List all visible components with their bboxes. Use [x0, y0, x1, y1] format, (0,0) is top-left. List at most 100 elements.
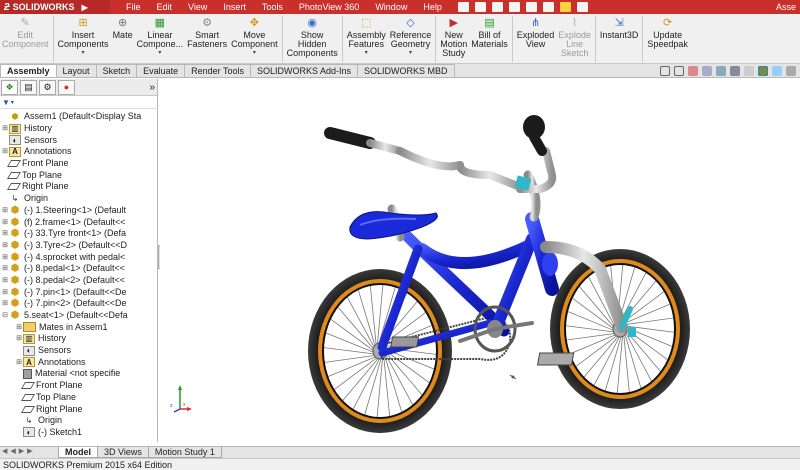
hide-show-items-icon[interactable] — [744, 65, 754, 76]
rebuild-icon[interactable] — [559, 2, 571, 12]
previous-view-icon[interactable] — [688, 65, 698, 76]
property-manager-tab-icon[interactable]: ▤ — [20, 79, 37, 95]
expand-icon[interactable]: ⊞ — [15, 357, 23, 368]
linear-component-button[interactable]: ▦ Linear Compone... ▾ — [135, 16, 186, 58]
select-icon[interactable] — [542, 2, 554, 12]
dropdown-arrow-icon[interactable]: ▾ — [365, 49, 368, 58]
tree-item[interactable]: ⊞ ⬢ (-) 8.pedal<1> (Default<< — [0, 263, 157, 275]
menu-window[interactable]: Window — [367, 2, 415, 12]
tab-assembly[interactable]: Assembly — [0, 64, 57, 77]
tree-item[interactable]: ⊞ ⬢ (-) 3.Tyre<2> (Default<<D — [0, 240, 157, 252]
open-document-icon[interactable] — [474, 2, 486, 12]
move-component-button[interactable]: ✥ Move Component ▾ — [229, 16, 280, 58]
tree-item[interactable]: ⊞ A Annotations — [0, 146, 157, 158]
collapse-icon[interactable]: ⊟ — [1, 310, 9, 321]
tree-item[interactable]: Front Plane — [0, 158, 157, 170]
tree-item[interactable]: ⊞ ⬢ (-) 33.Tyre front<1> (Defa — [0, 228, 157, 240]
expand-icon[interactable]: ⊞ — [1, 298, 9, 309]
zoom-area-icon[interactable] — [674, 65, 684, 76]
solidworks-logo[interactable]: ƻ SOLIDWORKS ▶ — [0, 0, 110, 14]
expand-icon[interactable]: ⊞ — [1, 217, 9, 228]
tree-item[interactable]: ⊞ ⬢ (-) 8.pedal<2> (Default<< — [0, 275, 157, 287]
show-hidden-button[interactable]: ◉ Show Hidden Components — [285, 16, 340, 58]
bottom-tab-model[interactable]: Model — [58, 447, 98, 458]
expand-icon[interactable]: ⊞ — [1, 252, 9, 263]
apply-scene-icon[interactable] — [772, 65, 782, 76]
reference-geometry-button[interactable]: ◇ Reference Geometry ▾ — [388, 16, 434, 58]
pedal-right[interactable] — [536, 352, 575, 366]
tree-item[interactable]: ◐ Sensors — [0, 134, 157, 146]
expand-panel-icon[interactable]: » — [149, 82, 157, 93]
tree-item[interactable]: Top Plane — [0, 392, 157, 404]
update-speedpak-button[interactable]: ⟳ Update Speedpak — [645, 16, 690, 49]
tab-sketch[interactable]: Sketch — [95, 64, 138, 77]
menu-tools[interactable]: Tools — [254, 2, 291, 12]
tree-item[interactable]: ⊟ ⬢ 5.seat<1> (Default<<Defa — [0, 310, 157, 322]
tree-item[interactable]: Material <not specifie — [0, 368, 157, 380]
display-style-icon[interactable] — [730, 65, 740, 76]
tab-scroll-arrows-icon[interactable]: ◀◀▶▶ — [2, 447, 36, 455]
insert-components-button[interactable]: ⊞ Insert Components ▾ — [56, 16, 111, 58]
tree-item[interactable]: Front Plane — [0, 380, 157, 392]
print-icon[interactable] — [508, 2, 520, 12]
new-motion-study-button[interactable]: ▶ New Motion Study — [438, 16, 469, 58]
display-manager-tab-icon[interactable]: ● — [58, 79, 75, 95]
bicycle-model[interactable] — [160, 79, 800, 442]
expand-icon[interactable]: ⊞ — [1, 240, 9, 251]
dropdown-arrow-icon[interactable]: ▾ — [158, 49, 161, 58]
bottom-tab-motion-study-1[interactable]: Motion Study 1 — [147, 447, 222, 458]
menu-view[interactable]: View — [180, 2, 215, 12]
tree-item[interactable]: ◐ Sensors — [0, 345, 157, 357]
expand-icon[interactable]: ⊞ — [15, 322, 23, 333]
configuration-manager-tab-icon[interactable]: ⚙ — [39, 79, 56, 95]
pedal-left[interactable] — [390, 336, 420, 348]
expand-icon[interactable]: ⊞ — [1, 228, 9, 239]
steering[interactable] — [324, 115, 557, 222]
zoom-to-fit-icon[interactable] — [660, 65, 670, 76]
tree-item[interactable]: ◐ (-) Sketch1 — [0, 427, 157, 439]
expand-icon[interactable]: ⊞ — [1, 287, 9, 298]
smart-fasteners-button[interactable]: ⚙ Smart Fasteners — [185, 16, 229, 49]
mate-button[interactable]: ⊕ Mate — [111, 16, 135, 40]
graphics-area[interactable]: z x — [160, 79, 800, 442]
undo-icon[interactable] — [525, 2, 537, 12]
view-settings-icon[interactable] — [786, 65, 796, 76]
expand-icon[interactable]: ⊞ — [1, 123, 9, 134]
menu-file[interactable]: File — [118, 2, 149, 12]
menu-photoview-360[interactable]: PhotoView 360 — [291, 2, 367, 12]
dropdown-arrow-icon[interactable]: ▾ — [82, 49, 85, 58]
expand-icon[interactable]: ⊞ — [15, 333, 23, 344]
tab-layout[interactable]: Layout — [55, 64, 97, 77]
dropdown-arrow-icon[interactable]: ▾ — [409, 49, 412, 58]
tree-item[interactable]: ⊞ ⬢ (-) 7.pin<2> (Default<<De — [0, 298, 157, 310]
feature-tree-tab-icon[interactable]: ❖ — [1, 79, 18, 95]
tree-item[interactable]: ⊞ ⬢ (-) 4.sprocket with pedal< — [0, 251, 157, 263]
instant3d-button[interactable]: ⇲ Instant3D — [598, 16, 641, 40]
tree-item[interactable]: ⊞ ⬢ (f) 2.frame<1> (Default<< — [0, 216, 157, 228]
exploded-view-button[interactable]: ⋔ Exploded View — [515, 16, 557, 49]
expand-icon[interactable]: ⊞ — [1, 275, 9, 286]
expand-icon[interactable]: ⊞ — [1, 146, 9, 157]
tree-item[interactable]: ⊞ ⬢ (-) 7.pin<1> (Default<<De — [0, 286, 157, 298]
tree-item[interactable]: Right Plane — [0, 403, 157, 415]
new-document-icon[interactable] — [457, 2, 469, 12]
tab-solidworks-mbd[interactable]: SOLIDWORKS MBD — [357, 64, 455, 77]
save-icon[interactable] — [491, 2, 503, 12]
tree-item[interactable]: ⊞ ⬢ (-) 1.Steering<1> (Default — [0, 205, 157, 217]
menu-insert[interactable]: Insert — [215, 2, 254, 12]
tree-item[interactable]: ⊞ Mates in Assem1 — [0, 321, 157, 333]
tree-item[interactable]: Top Plane — [0, 169, 157, 181]
menu-edit[interactable]: Edit — [149, 2, 181, 12]
edit-appearance-icon[interactable] — [758, 65, 768, 76]
dropdown-arrow-icon[interactable]: ▾ — [253, 49, 256, 58]
tree-item[interactable]: ⬢ Assem1 (Default<Display Sta — [0, 111, 157, 123]
tab-render-tools[interactable]: Render Tools — [184, 64, 251, 77]
tree-filter[interactable]: ▼ ▾ — [0, 96, 157, 109]
seat[interactable] — [349, 204, 438, 242]
tree-item[interactable]: Right Plane — [0, 181, 157, 193]
tree-item[interactable]: ↳ Origin — [0, 193, 157, 205]
menu-help[interactable]: Help — [415, 2, 450, 12]
expand-icon[interactable]: ⊞ — [1, 205, 9, 216]
section-view-icon[interactable] — [702, 65, 712, 76]
tree-item[interactable]: ⊞ ▥ History — [0, 123, 157, 135]
